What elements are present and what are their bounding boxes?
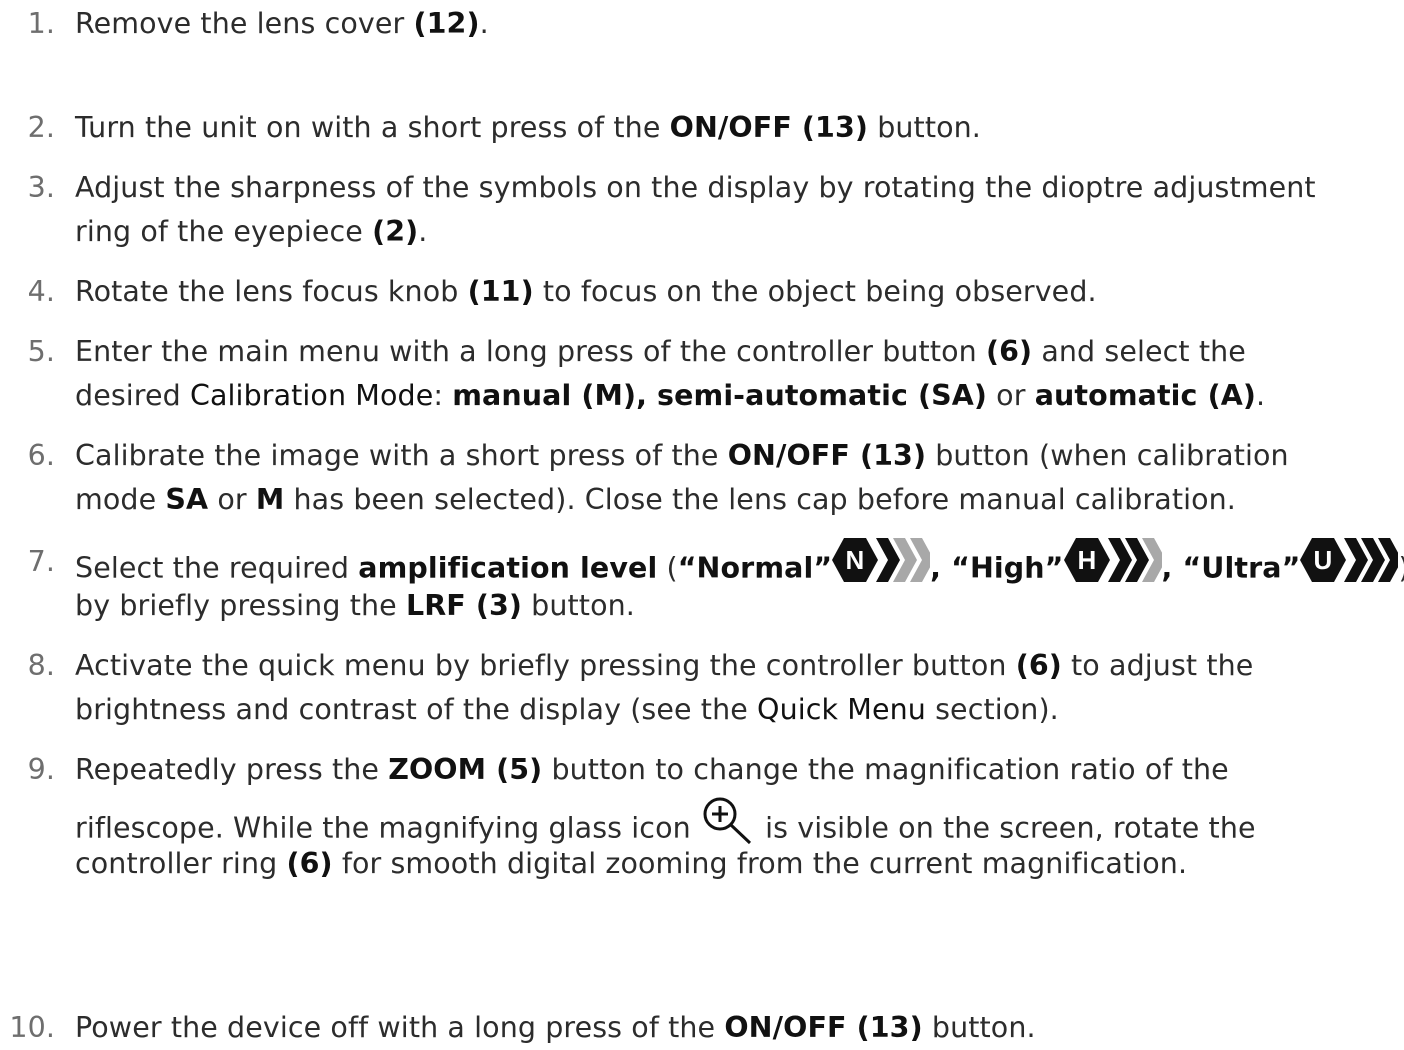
bold-text: amplification level [358, 551, 658, 585]
step-number: 7. [27, 545, 55, 578]
text-run: mode [75, 483, 166, 516]
step-number: 3. [27, 171, 55, 204]
step-line: desired Calibration Mode: manual (M), se… [75, 374, 1265, 418]
text-run: button. [868, 111, 981, 144]
text-run: by briefly pressing the [75, 589, 406, 622]
step-line: Adjust the sharpness of the symbols on t… [75, 166, 1316, 210]
bold-text: (6) [1015, 649, 1062, 682]
step-number: 4. [27, 275, 55, 308]
bold-text: SA [165, 483, 209, 516]
text-run: button. [922, 1011, 1036, 1044]
bold-text: (11) [467, 275, 534, 308]
amplification-n-icon: N [832, 537, 935, 596]
text-run: and select the [1032, 335, 1246, 368]
text-run: Select the required [75, 551, 359, 585]
text-run: controller ring [75, 847, 287, 880]
amplification-h-icon: H [1063, 537, 1166, 596]
text-run: for smooth digital zooming from the curr… [332, 847, 1188, 880]
text-run: riflescope. While the magnifying glass i… [75, 811, 700, 845]
text-run: Calibrate the image with a short press o… [75, 439, 728, 472]
text-run: . [418, 215, 428, 248]
svg-text:N: N [846, 545, 865, 575]
step-line: Calibrate the image with a short press o… [75, 434, 1289, 478]
text-run: Remove the lens cover [75, 7, 414, 40]
text-run: button. [522, 589, 635, 622]
bold-text: ON/OFF (13) [669, 111, 869, 144]
text-run: button (when calibration [926, 439, 1289, 472]
step-number: 6. [27, 439, 55, 472]
bold-text: (6) [985, 335, 1033, 368]
text-run: section). [925, 693, 1059, 726]
step-number: 8. [27, 649, 55, 682]
bold-text: LRF (3) [405, 589, 523, 622]
text-run: : [433, 379, 453, 412]
bold-text: ZOOM (5) [388, 753, 543, 786]
step-line: controller ring (6) for smooth digital z… [75, 842, 1187, 886]
bold-text: (12) [413, 7, 480, 40]
text-run: has been selected). Close the lens cap b… [284, 483, 1236, 516]
text-run: or [208, 483, 256, 516]
text-run: Calibration Mode [189, 379, 434, 412]
step-number: 10. [9, 1011, 55, 1044]
step-line: Repeatedly press the ZOOM (5) button to … [75, 748, 1229, 792]
step-line: Power the device off with a long press o… [75, 1006, 1036, 1050]
bold-text: manual (M), semi-automatic (SA) [452, 379, 988, 412]
bold-text: (6) [286, 847, 333, 880]
text-run: button to change the magnification ratio… [542, 753, 1229, 786]
step-number: 9. [27, 753, 55, 786]
step-line: Remove the lens cover (12). [75, 2, 489, 46]
bold-text: “Normal” [677, 551, 833, 585]
text-run: . [479, 7, 489, 40]
text-run: Turn the unit on with a short press of t… [75, 111, 670, 144]
amplification-u-icon: U [1300, 537, 1403, 596]
step-line: Activate the quick menu by briefly press… [75, 644, 1253, 688]
bold-text: (2) [372, 215, 419, 248]
text-run: to focus on the object being observed. [533, 275, 1097, 308]
text-run: Quick Menu [757, 693, 926, 726]
text-run: or [987, 379, 1035, 412]
text-run: Adjust the sharpness of the symbols on t… [75, 171, 1316, 204]
bold-text: , “High” [930, 551, 1064, 585]
text-run: Enter the main menu with a long press of… [75, 335, 986, 368]
step-line: by briefly pressing the LRF (3) button. [75, 584, 635, 628]
text-run: Rotate the lens focus knob [75, 275, 468, 308]
bold-text: M [255, 483, 285, 516]
step-number: 1. [27, 7, 55, 40]
svg-text:U: U [1314, 545, 1333, 575]
text-run: desired [75, 379, 190, 412]
text-run: ) [1398, 552, 1404, 585]
step-line: Rotate the lens focus knob (11) to focus… [75, 270, 1097, 314]
bold-text: , “Ultra” [1161, 551, 1301, 585]
step-number: 5. [27, 335, 55, 368]
step-line: Turn the unit on with a short press of t… [75, 106, 981, 150]
text-run: Repeatedly press the [75, 753, 389, 786]
svg-text:H: H [1077, 545, 1096, 575]
text-run: is visible on the screen, rotate the [755, 811, 1256, 845]
bold-text: ON/OFF (13) [727, 439, 927, 472]
text-run: Power the device off with a long press o… [75, 1011, 725, 1044]
bold-text: ON/OFF (13) [724, 1011, 923, 1044]
step-line: brightness and contrast of the display (… [75, 688, 1059, 732]
text-run: . [1255, 379, 1266, 412]
text-run: ring of the eyepiece [75, 215, 373, 248]
text-run: brightness and contrast of the display (… [75, 693, 758, 726]
step-line: ring of the eyepiece (2). [75, 210, 427, 254]
step-number: 2. [27, 111, 55, 144]
text-run: Activate the quick menu by briefly press… [75, 649, 1016, 682]
step-line: Enter the main menu with a long press of… [75, 330, 1246, 374]
text-run: to adjust the [1061, 649, 1254, 682]
bold-text: automatic (A) [1034, 379, 1256, 412]
text-run: ( [657, 551, 678, 585]
step-line: mode SA or M has been selected). Close t… [75, 478, 1236, 522]
